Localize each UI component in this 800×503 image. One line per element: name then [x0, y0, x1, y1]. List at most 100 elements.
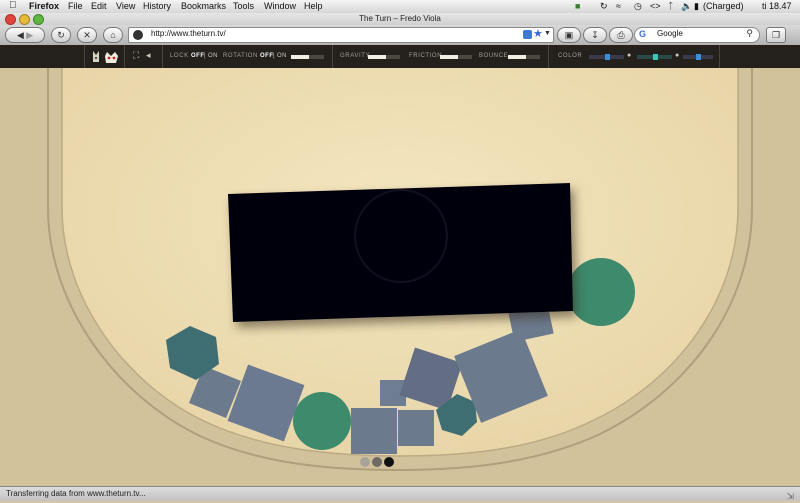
menu-history[interactable]: History [143, 1, 171, 11]
volume-icon[interactable]: 🔈 [681, 1, 692, 12]
menu-clock[interactable]: ti 18.47 [762, 1, 792, 11]
mac-menu-bar:  Firefox File Edit View History Bookmar… [0, 0, 800, 14]
bookmark-star-icon[interactable]: ★ [533, 27, 543, 40]
url-bar[interactable]: http://www.theturn.tv/ ★ ▼ [128, 27, 554, 43]
window-title-bar: The Turn – Fredo Viola [0, 13, 800, 25]
back-forward-buttons[interactable]: ◀ ▶ [5, 27, 45, 43]
green-circle[interactable] [567, 258, 635, 326]
url-dropdown-icon[interactable]: ▼ [544, 30, 551, 37]
color-slider-3-knob[interactable] [696, 54, 701, 60]
back-arrow-icon[interactable]: ◀ [17, 30, 24, 40]
physics-segment: GRAVITY FRICTION BOUNCE [332, 45, 549, 68]
evernote-icon[interactable]: ■ [575, 1, 580, 11]
gravity-label: GRAVITY [340, 53, 371, 59]
apple-menu-icon[interactable]:  [9, 0, 17, 11]
gray-square[interactable] [398, 410, 434, 446]
reload-button[interactable]: ↻ [51, 27, 71, 43]
menu-help[interactable]: Help [304, 1, 323, 11]
menu-window[interactable]: Window [264, 1, 296, 11]
zoom-window-button[interactable] [33, 14, 44, 25]
physics-scene[interactable] [0, 68, 800, 486]
black-video-panel[interactable] [228, 183, 573, 322]
video-panel[interactable] [228, 183, 573, 322]
rotation-slider-fill [291, 55, 310, 59]
rotation-on-option[interactable]: ON [277, 53, 287, 59]
lock-rotation-segment: LOCK OFF | ON ROTATION OFF | ON [162, 45, 333, 68]
download-icon: ↧ [591, 30, 599, 40]
windows-icon: ❐ [771, 30, 781, 40]
menu-view[interactable]: View [116, 1, 135, 11]
site-control-bar: ⛶ ◂ LOCK OFF | ON ROTATION OFF | ON GRAV… [0, 45, 800, 68]
color-slider-1-knob[interactable] [604, 54, 610, 60]
color-dot-1-icon: ● [627, 52, 632, 59]
site-favicon-icon [133, 30, 143, 40]
gravity-slider-fill [368, 55, 386, 59]
color-slider-1[interactable] [589, 54, 624, 60]
printer-icon: ⎙ [617, 30, 625, 40]
rotation-divider: | [273, 53, 276, 59]
lock-label: LOCK [170, 53, 189, 59]
color-segment: COLOR ● ● [548, 45, 720, 68]
sound-icon[interactable]: ◂ [146, 50, 151, 61]
bluetooth-icon[interactable]: ᛏ [668, 1, 673, 11]
menu-file[interactable]: File [68, 1, 83, 11]
wifi-icon[interactable]: ≈ [616, 1, 621, 11]
rotation-label: ROTATION [223, 53, 258, 59]
tab-overview-button[interactable]: ❐ [766, 27, 786, 43]
gray-square[interactable] [351, 408, 397, 454]
reload-icon: ↻ [57, 30, 65, 40]
minimize-window-button[interactable] [19, 14, 30, 25]
sync-icon[interactable]: ↻ [600, 1, 608, 12]
lock-divider: | [204, 53, 207, 59]
search-bar[interactable]: G Google ⚲ [634, 27, 760, 43]
google-logo-icon[interactable]: G [639, 29, 646, 39]
close-window-button[interactable] [5, 14, 16, 25]
menu-app-name[interactable]: Firefox [29, 1, 59, 11]
page-dot-2[interactable] [372, 457, 382, 467]
camera-icon: ▣ [564, 30, 574, 40]
gravity-slider[interactable] [368, 55, 400, 59]
color-slider-3[interactable] [683, 54, 713, 60]
print-button[interactable]: ⎙ [609, 27, 633, 43]
color-slider-2[interactable] [637, 54, 672, 60]
url-text[interactable]: http://www.theturn.tv/ [151, 29, 226, 38]
code-icon[interactable]: <> [650, 1, 661, 11]
browser-toolbar: ◀ ▶ ↻ ✕ ⌂ http://www.theturn.tv/ ★ ▼ ▣ ↧… [0, 25, 800, 46]
menu-bookmarks[interactable]: Bookmarks [181, 1, 226, 11]
home-icon: ⌂ [110, 30, 116, 40]
fox-mascot-icon[interactable] [90, 48, 122, 66]
window-title: The Turn – Fredo Viola [359, 14, 441, 23]
bounce-slider[interactable] [508, 55, 540, 59]
page-canvas[interactable] [0, 68, 800, 486]
lock-off-option[interactable]: OFF [191, 53, 205, 59]
forward-arrow-icon[interactable]: ▶ [26, 30, 33, 40]
friction-slider-fill [440, 55, 458, 59]
status-bar: Transferring data from www.theturn.tv...… [0, 486, 800, 501]
friction-slider[interactable] [440, 55, 472, 59]
resize-grip-icon[interactable]: ⇲ [786, 489, 794, 503]
menu-edit[interactable]: Edit [91, 1, 107, 11]
status-text: Transferring data from www.theturn.tv... [6, 489, 146, 498]
bounce-label: BOUNCE [479, 53, 509, 59]
clock-icon[interactable]: ◷ [634, 1, 642, 12]
page-dot-1[interactable] [360, 457, 370, 467]
rss-feed-icon[interactable] [523, 30, 532, 39]
color-dot-2-icon: ● [675, 52, 680, 59]
battery-icon[interactable]: ▮ [694, 1, 699, 12]
download-button[interactable]: ↧ [583, 27, 607, 43]
stop-button[interactable]: ✕ [77, 27, 97, 43]
stop-icon: ✕ [83, 30, 91, 40]
lock-on-option[interactable]: ON [208, 53, 218, 59]
search-input[interactable]: Google [657, 29, 683, 38]
green-circle[interactable] [293, 392, 351, 450]
color-slider-2-knob[interactable] [652, 54, 658, 60]
search-icon[interactable]: ⚲ [746, 28, 753, 39]
fullscreen-icon[interactable]: ⛶ [133, 50, 139, 61]
page-dot-3-active[interactable] [384, 457, 394, 467]
rotation-slider[interactable] [291, 55, 324, 59]
menu-tools[interactable]: Tools [233, 1, 254, 11]
rotation-off-option[interactable]: OFF [260, 53, 274, 59]
bounce-slider-fill [508, 55, 526, 59]
screenshot-button[interactable]: ▣ [557, 27, 581, 43]
home-button[interactable]: ⌂ [103, 27, 123, 43]
